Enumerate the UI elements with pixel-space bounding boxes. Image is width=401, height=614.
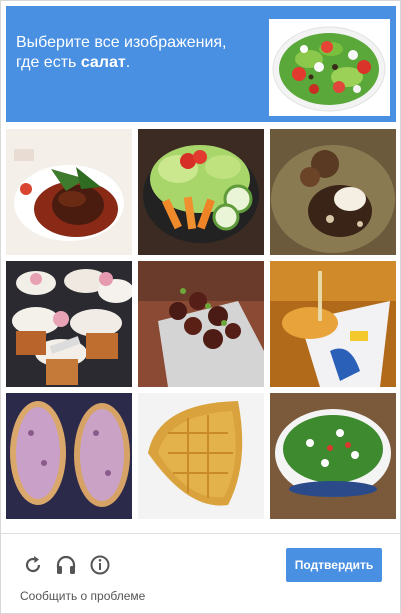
reload-icon[interactable] <box>22 554 44 576</box>
grid-tile-5[interactable] <box>138 261 264 387</box>
image-grid <box>6 129 396 519</box>
sample-salad-image <box>269 19 390 116</box>
audio-headphones-icon[interactable] <box>55 554 77 576</box>
grid-tile-9[interactable] <box>270 393 396 519</box>
footer-divider <box>1 533 400 534</box>
verify-button[interactable]: Подтвердить <box>286 548 382 582</box>
instruction-text: Выберите все изображения, где есть салат… <box>16 33 256 73</box>
grid-tile-6[interactable] <box>270 261 396 387</box>
grid-tile-3[interactable] <box>270 129 396 255</box>
instruction-line1: Выберите все изображения, <box>16 34 227 51</box>
report-problem-link[interactable]: Сообщить о проблеме <box>20 589 145 603</box>
captcha-frame: Выберите все изображения, где есть салат… <box>0 0 401 614</box>
info-icon[interactable] <box>89 554 111 576</box>
instruction-prefix: где есть <box>16 54 81 71</box>
instruction-keyword: салат <box>80 54 126 71</box>
grid-tile-7[interactable] <box>6 393 132 519</box>
instruction-suffix: . <box>125 54 131 71</box>
grid-tile-8[interactable] <box>138 393 264 519</box>
grid-tile-1[interactable] <box>6 129 132 255</box>
grid-tile-4[interactable] <box>6 261 132 387</box>
captcha-header: Выберите все изображения, где есть салат… <box>6 6 396 122</box>
grid-tile-2[interactable] <box>138 129 264 255</box>
